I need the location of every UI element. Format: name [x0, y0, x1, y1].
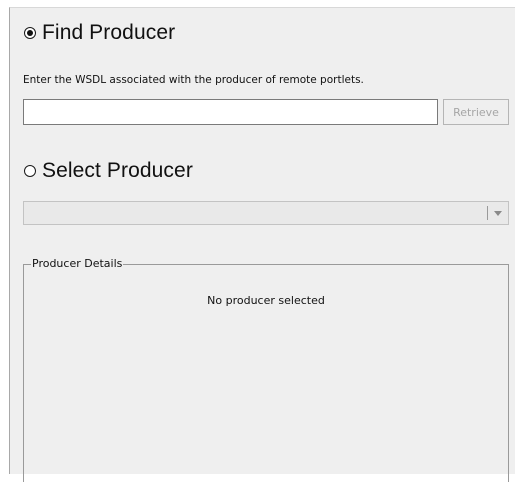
find-producer-label[interactable]: Find Producer [42, 22, 175, 43]
no-producer-message: No producer selected [207, 294, 325, 307]
find-producer-option[interactable]: Find Producer [24, 22, 175, 43]
select-producer-label[interactable]: Select Producer [42, 160, 193, 181]
producer-details-legend: Producer Details [31, 257, 124, 270]
dropdown-separator [487, 206, 488, 220]
producer-details-group: Producer Details No producer selected [23, 257, 509, 482]
chevron-down-icon[interactable] [494, 211, 502, 216]
wsdl-input[interactable] [23, 99, 438, 125]
find-producer-radio[interactable] [24, 26, 36, 39]
select-producer-radio[interactable] [24, 164, 36, 177]
producer-dropdown[interactable] [23, 201, 509, 225]
select-producer-option[interactable]: Select Producer [24, 160, 193, 181]
wsdl-instruction-text: Enter the WSDL associated with the produ… [23, 74, 364, 86]
producer-config-panel: Find Producer Enter the WSDL associated … [9, 7, 515, 482]
window-frame: Find Producer Enter the WSDL associated … [0, 0, 515, 482]
retrieve-button[interactable]: Retrieve [443, 99, 509, 125]
